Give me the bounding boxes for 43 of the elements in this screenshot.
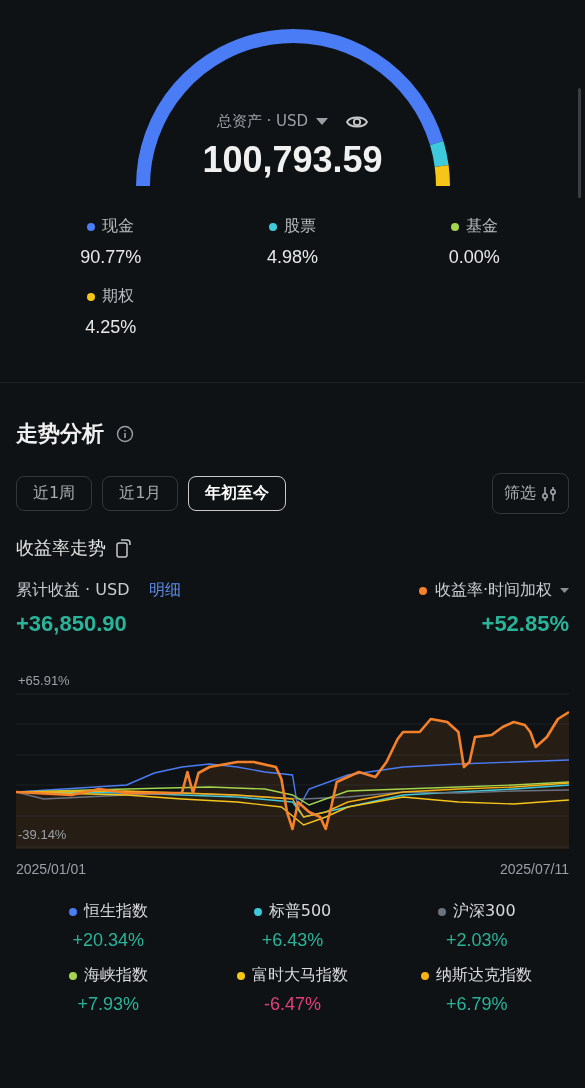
index-return: +7.93% [77,994,139,1015]
allocation-name: 基金 [465,216,498,237]
index-return: +6.43% [261,930,324,951]
index-name: 海峡指数 [83,965,148,986]
detail-link[interactable]: 明细 [149,580,182,601]
copy-icon[interactable] [116,538,132,558]
axis-max-label: +65.91% [18,673,70,688]
end-date: 2025/07/11 [499,861,569,877]
info-icon[interactable] [116,425,134,443]
index-name: 标普500 [268,901,332,922]
allocation-name: 现金 [102,216,135,237]
index-name: 纳斯达克指数 [436,965,533,986]
allocation-name: 股票 [284,216,316,237]
period-tab[interactable]: 年初至今 [188,476,287,511]
index-return: +20.34% [72,930,144,951]
allocation-share: 90.77% [80,247,142,268]
period-tab[interactable]: 近1周 [16,476,93,511]
profit-label: 累计收益 · USD [16,580,130,601]
start-date: 2025/01/01 [16,861,87,877]
axis-min-label: -39.14% [18,827,67,842]
index-name: 沪深300 [453,901,516,922]
chart-title: 收益率走势 [16,536,106,560]
index-name: 富时大马指数 [252,965,348,986]
sliders-icon [540,484,558,503]
index-return: +2.03% [446,930,508,951]
filter-button[interactable]: 筛选 [492,473,569,514]
cumulative-profit: +36,850.90 [16,611,127,637]
allocation-name: 期权 [102,286,135,307]
dropdown-icon[interactable] [560,587,569,594]
total-assets-value: 100,793.59 [202,139,383,181]
allocation-share: 0.00% [448,247,500,268]
index-name: 恒生指数 [83,901,148,922]
dropdown-icon[interactable] [316,117,329,126]
index-return: -6.47% [263,994,321,1015]
scrollbar[interactable] [578,88,581,198]
return-rate: +52.85% [481,611,569,637]
rate-type-label[interactable]: 收益率·时间加权 [434,580,552,601]
allocation-share: 4.25% [85,317,137,338]
index-return: +6.79% [446,994,508,1015]
period-tab[interactable]: 近1月 [102,476,179,511]
total-assets-label: 总资产 · USD [216,112,309,131]
allocation-share: 4.98% [266,247,318,268]
section-title: 走势分析 [16,420,104,448]
